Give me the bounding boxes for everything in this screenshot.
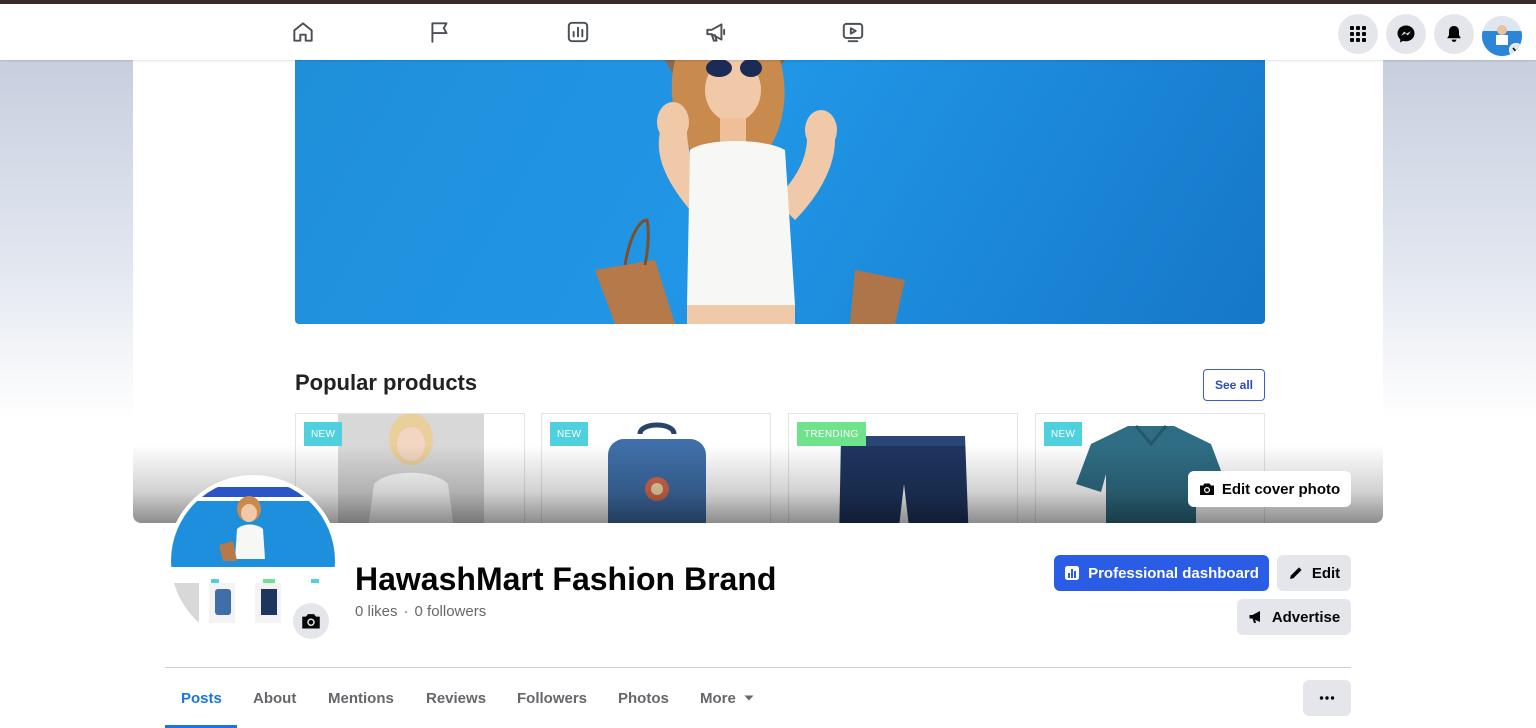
product-badge: NEW [550, 422, 589, 446]
account-avatar[interactable] [1482, 16, 1522, 56]
tab-followers[interactable]: Followers [517, 682, 587, 714]
edit-cover-photo-button[interactable]: Edit cover photo [1188, 471, 1351, 507]
professional-dashboard-label: Professional dashboard [1088, 564, 1259, 582]
change-profile-picture-button[interactable] [293, 603, 329, 639]
chevron-down-icon [1509, 43, 1522, 56]
caret-down-icon [744, 695, 754, 701]
notifications-bell-icon [1447, 26, 1461, 42]
top-navigation-bar [0, 0, 1536, 60]
cover-photo: Popular products See all NEW NEW TRENDIN… [133, 60, 1383, 523]
product-badge: TRENDING [797, 422, 866, 446]
camera-icon [302, 614, 320, 629]
professional-dashboard-button[interactable]: Professional dashboard [1054, 555, 1269, 591]
tab-more-label: More [700, 689, 736, 707]
tabs-divider [165, 667, 1351, 668]
stats-separator: · [403, 603, 409, 620]
tab-photos[interactable]: Photos [618, 682, 669, 714]
nav-tab-home[interactable] [273, 8, 333, 56]
page-title: HawashMart Fashion Brand [355, 561, 777, 597]
flag-icon [431, 22, 448, 43]
edit-label: Edit [1311, 564, 1341, 582]
dashboard-chart-icon [1065, 566, 1080, 580]
messenger-icon [1397, 25, 1415, 43]
pencil-icon [1289, 567, 1302, 579]
notifications-button[interactable] [1434, 14, 1474, 54]
advertise-label: Advertise [1271, 608, 1341, 626]
product-card[interactable]: NEW [541, 413, 771, 523]
more-options-button[interactable] [1303, 680, 1351, 716]
apps-menu-button[interactable] [1338, 14, 1378, 54]
nav-tab-insights[interactable] [548, 8, 608, 56]
home-icon [293, 22, 313, 42]
video-icon [842, 22, 864, 43]
tab-posts[interactable]: Posts [181, 682, 222, 714]
followers-count[interactable]: 0 followers [415, 603, 487, 620]
messenger-button[interactable] [1386, 14, 1426, 54]
product-badge: NEW [304, 422, 343, 446]
edit-button[interactable]: Edit [1277, 555, 1351, 591]
product-card[interactable]: TRENDING [788, 413, 1018, 523]
see-all-button[interactable]: See all [1203, 369, 1265, 401]
camera-icon [1199, 483, 1214, 495]
product-badge: NEW [1044, 422, 1083, 446]
tab-mentions[interactable]: Mentions [328, 682, 394, 714]
ellipsis-icon [1319, 696, 1335, 700]
product-card[interactable]: NEW [295, 413, 525, 523]
apps-grid-icon [1350, 26, 1366, 42]
nav-tab-watch[interactable] [823, 8, 883, 56]
popular-products-title: Popular products [295, 370, 478, 395]
hero-model-illustration [595, 60, 905, 324]
edit-cover-photo-label: Edit cover photo [1221, 480, 1341, 498]
megaphone-icon [1249, 611, 1260, 623]
megaphone-icon [706, 23, 726, 42]
advertise-button[interactable]: Advertise [1237, 599, 1351, 635]
nav-tab-pages[interactable] [410, 8, 470, 56]
tab-more[interactable]: More [700, 682, 754, 714]
tab-reviews[interactable]: Reviews [426, 682, 486, 714]
tab-about[interactable]: About [253, 682, 296, 714]
likes-count[interactable]: 0 likes [355, 603, 398, 620]
cover-hero-banner [295, 60, 1265, 324]
page-stats: 0 likes · 0 followers [355, 603, 486, 620]
nav-tab-ads[interactable] [686, 8, 746, 56]
insights-icon [567, 21, 589, 43]
